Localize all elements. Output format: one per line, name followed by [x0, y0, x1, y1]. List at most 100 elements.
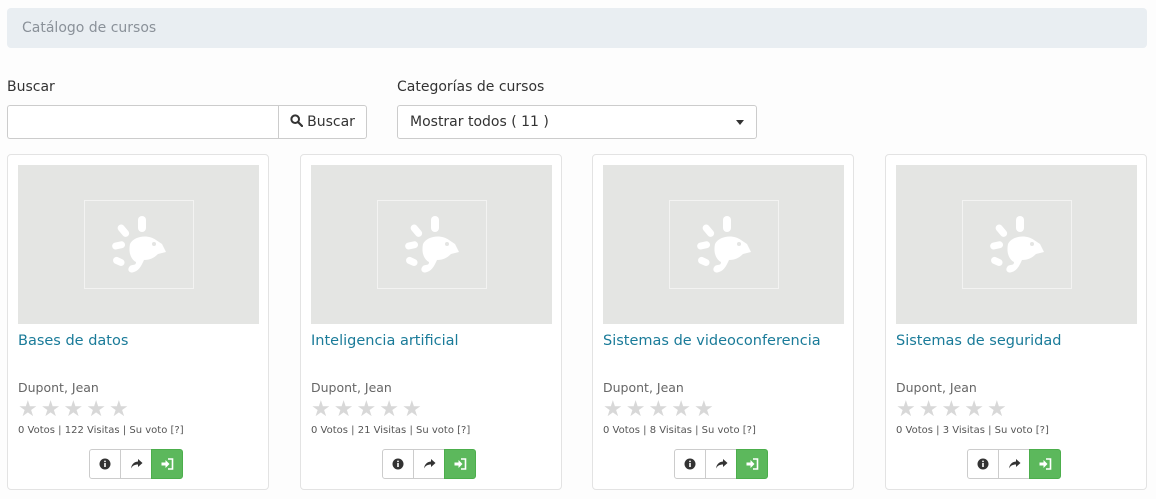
course-stats: 0 Votos | 8 Visitas | Su voto [?]	[603, 425, 756, 436]
course-card: Sistemas de videoconferencia Dupont, Jea…	[592, 154, 854, 490]
star-icon[interactable]: ★	[603, 399, 623, 421]
star-icon[interactable]: ★	[402, 399, 422, 421]
star-icon[interactable]: ★	[379, 399, 399, 421]
course-actions	[382, 449, 476, 479]
visits-count: 21 Visitas	[357, 425, 407, 436]
info-button[interactable]	[674, 449, 706, 479]
votes-count: 0 Votos	[18, 425, 55, 436]
your-vote-label: Su voto	[994, 425, 1033, 436]
chamilo-logo-icon	[989, 215, 1044, 273]
star-rating[interactable]: ★ ★ ★ ★ ★	[896, 399, 1007, 421]
breadcrumb-current: Catálogo de cursos	[22, 20, 157, 36]
chevron-down-icon	[736, 119, 744, 125]
share-button[interactable]	[998, 449, 1030, 479]
share-icon	[715, 459, 727, 469]
visits-count: 122 Visitas	[64, 425, 120, 436]
course-thumbnail[interactable]	[18, 165, 259, 324]
course-thumbnail[interactable]	[311, 165, 552, 324]
share-button[interactable]	[413, 449, 445, 479]
share-icon	[130, 459, 142, 469]
star-icon[interactable]: ★	[356, 399, 376, 421]
sign-in-icon	[454, 458, 466, 470]
course-thumbnail[interactable]	[896, 165, 1137, 324]
subscribe-button[interactable]	[151, 449, 183, 479]
help-link[interactable]: [?]	[171, 425, 184, 436]
search-input[interactable]	[7, 105, 279, 139]
course-title-link[interactable]: Inteligencia artificial	[311, 333, 459, 349]
course-thumbnail[interactable]	[603, 165, 844, 324]
subscribe-button[interactable]	[444, 449, 476, 479]
star-icon[interactable]: ★	[987, 399, 1007, 421]
votes-count: 0 Votos	[311, 425, 348, 436]
course-card: Inteligencia artificial Dupont, Jean ★ ★ ★…	[300, 154, 562, 490]
visits-count: 3 Visitas	[942, 425, 985, 436]
info-button[interactable]	[89, 449, 121, 479]
course-author: Dupont, Jean	[18, 380, 99, 395]
help-link[interactable]: [?]	[457, 425, 470, 436]
star-icon[interactable]: ★	[311, 399, 331, 421]
votes-count: 0 Votos	[896, 425, 933, 436]
category-select[interactable]: Mostrar todos ( 11 )	[397, 105, 757, 139]
course-card: Bases de datos Dupont, Jean ★ ★ ★ ★ ★ 0 Voto…	[7, 154, 269, 490]
search-button-label: Buscar	[307, 114, 355, 130]
help-link[interactable]: [?]	[1036, 425, 1049, 436]
course-title-link[interactable]: Sistemas de videoconferencia	[603, 333, 821, 349]
star-icon[interactable]: ★	[964, 399, 984, 421]
your-vote-label: Su voto	[129, 425, 168, 436]
star-icon[interactable]: ★	[694, 399, 714, 421]
course-title-link[interactable]: Sistemas de seguridad	[896, 333, 1061, 349]
sign-in-icon	[1039, 458, 1051, 470]
your-vote-label: Su voto	[416, 425, 454, 436]
category-selected: Mostrar todos ( 11 )	[410, 114, 549, 130]
info-button[interactable]	[382, 449, 414, 479]
star-icon[interactable]: ★	[648, 399, 668, 421]
course-author: Dupont, Jean	[896, 380, 977, 395]
star-icon[interactable]: ★	[109, 399, 129, 421]
chamilo-logo-icon	[696, 215, 751, 273]
course-actions	[967, 449, 1061, 479]
subscribe-button[interactable]	[736, 449, 768, 479]
course-stats: 0 Votos | 3 Visitas | Su voto [?]	[896, 425, 1049, 436]
chamilo-logo-icon	[404, 215, 459, 273]
share-icon	[423, 459, 435, 469]
course-title-link[interactable]: Bases de datos	[18, 333, 128, 349]
course-author: Dupont, Jean	[603, 380, 684, 395]
course-author: Dupont, Jean	[311, 380, 392, 395]
star-icon[interactable]: ★	[41, 399, 61, 421]
star-icon[interactable]: ★	[941, 399, 961, 421]
course-stats: 0 Votos | 21 Visitas | Su voto [?]	[311, 425, 471, 436]
course-stats: 0 Votos | 122 Visitas | Su voto [?]	[18, 425, 184, 436]
info-icon	[684, 458, 696, 470]
category-label: Categorías de cursos	[397, 79, 545, 95]
info-icon	[99, 458, 111, 470]
course-actions	[674, 449, 768, 479]
help-link[interactable]: [?]	[743, 425, 756, 436]
star-icon[interactable]: ★	[334, 399, 354, 421]
star-icon[interactable]: ★	[63, 399, 83, 421]
subscribe-button[interactable]	[1029, 449, 1061, 479]
share-button[interactable]	[705, 449, 737, 479]
star-rating[interactable]: ★ ★ ★ ★ ★	[311, 399, 422, 421]
search-icon	[290, 113, 304, 131]
star-rating[interactable]: ★ ★ ★ ★ ★	[18, 399, 129, 421]
search-button[interactable]: Buscar	[278, 105, 367, 139]
star-rating[interactable]: ★ ★ ★ ★ ★	[603, 399, 714, 421]
info-icon	[977, 458, 989, 470]
course-actions	[89, 449, 183, 479]
star-icon[interactable]: ★	[671, 399, 691, 421]
star-icon[interactable]: ★	[86, 399, 106, 421]
star-icon[interactable]: ★	[919, 399, 939, 421]
share-button[interactable]	[120, 449, 152, 479]
sign-in-icon	[161, 458, 173, 470]
chamilo-logo-icon	[111, 215, 166, 273]
search-label: Buscar	[7, 79, 55, 95]
info-button[interactable]	[967, 449, 999, 479]
star-icon[interactable]: ★	[18, 399, 38, 421]
star-icon[interactable]: ★	[626, 399, 646, 421]
share-icon	[1008, 459, 1020, 469]
course-card: Sistemas de seguridad Dupont, Jean ★ ★ ★ ★ ★…	[885, 154, 1147, 490]
breadcrumb: Catálogo de cursos	[7, 8, 1147, 48]
info-icon	[392, 458, 404, 470]
sign-in-icon	[746, 458, 758, 470]
star-icon[interactable]: ★	[896, 399, 916, 421]
